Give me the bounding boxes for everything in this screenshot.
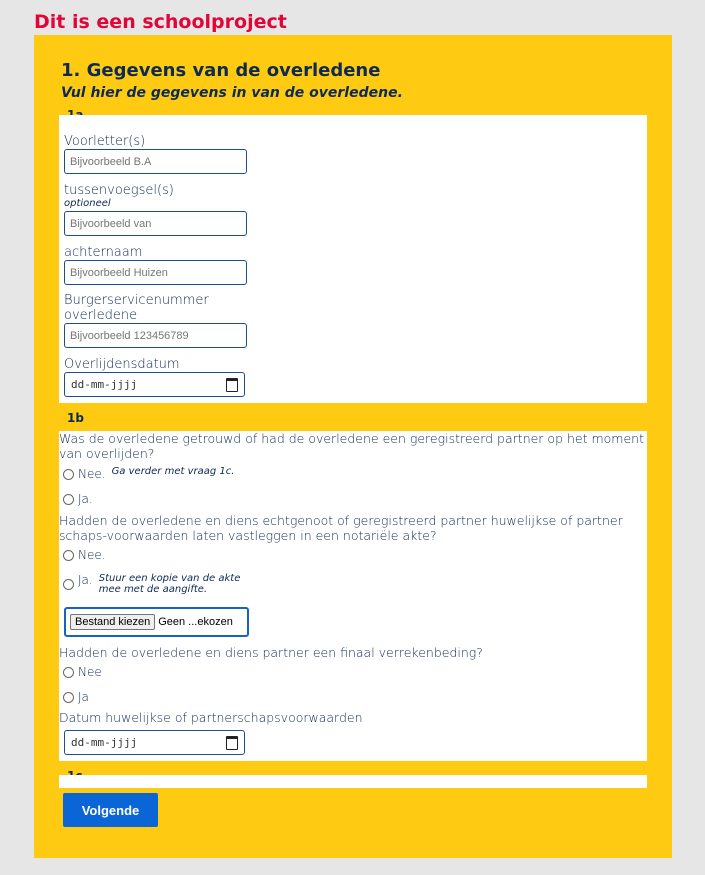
- agreement-date-input[interactable]: dd-mm-jjjj: [64, 730, 245, 755]
- death-date-value: dd-mm-jjjj: [71, 378, 138, 391]
- settlement-no-option[interactable]: Nee: [63, 665, 102, 679]
- initials-label: Voorletter(s): [64, 134, 146, 149]
- infix-input[interactable]: [64, 211, 247, 236]
- death-date-input[interactable]: dd-mm-jjjj: [64, 372, 245, 397]
- settlement-yes-option[interactable]: Ja: [63, 690, 89, 704]
- section-1a-box: Voorletter(s) tussenvoegsel(s) optioneel…: [59, 115, 647, 403]
- prenup-yes-hint-line1: Stuur een kopie van de akte: [98, 573, 241, 584]
- married-yes-label[interactable]: Ja.: [78, 492, 93, 506]
- calendar-icon[interactable]: [226, 377, 238, 392]
- settlement-yes-label[interactable]: Ja: [78, 690, 89, 704]
- form-panel: 1. Gegevens van de overledene Vul hier d…: [34, 35, 672, 858]
- bsn-input[interactable]: [64, 323, 247, 348]
- married-no-hint: Ga verder met vraag 1c.: [111, 466, 235, 477]
- question-settlement: Hadden de overledene en diens partner ee…: [59, 645, 483, 660]
- prenup-no-option[interactable]: Nee.: [63, 548, 106, 562]
- project-banner: Dit is een schoolproject: [34, 11, 287, 33]
- page-title: 1. Gegevens van de overledene: [61, 60, 381, 81]
- file-status: Geen ...ekozen: [158, 616, 233, 628]
- prenup-yes-hint-line2: mee met de aangifte.: [98, 584, 208, 595]
- married-yes-radio[interactable]: [63, 494, 74, 505]
- section-1c-box: [59, 775, 647, 788]
- married-yes-option[interactable]: Ja.: [63, 492, 93, 506]
- prenup-yes-hint: Stuur een kopie van de akte mee met de a…: [99, 573, 241, 595]
- bsn-label-line2: overledene: [64, 308, 138, 323]
- lastname-label: achternaam: [64, 245, 143, 260]
- prenup-yes-radio[interactable]: [63, 579, 74, 590]
- death-date-label: Overlijdensdatum: [64, 357, 180, 372]
- initials-input[interactable]: [64, 149, 247, 174]
- settlement-no-label[interactable]: Nee: [78, 665, 102, 679]
- married-no-radio[interactable]: [63, 469, 74, 480]
- married-no-option[interactable]: Nee. Ga verder met vraag 1c.: [63, 466, 235, 481]
- bsn-label-line1: Burgerservicenummer: [64, 293, 209, 308]
- question-married: Was de overledene getrouwd of had de ove…: [59, 431, 644, 461]
- prenup-yes-option[interactable]: Ja. Stuur een kopie van de akte mee met …: [63, 573, 240, 595]
- section-1b-box: Was de overledene getrouwd of had de ove…: [59, 431, 647, 761]
- prenup-yes-label[interactable]: Ja.: [78, 573, 93, 587]
- infix-hint: optioneel: [64, 198, 111, 209]
- next-button[interactable]: Volgende: [63, 793, 158, 827]
- choose-file-button[interactable]: Bestand kiezen: [70, 614, 156, 630]
- settlement-yes-radio[interactable]: [63, 692, 74, 703]
- agreement-date-value: dd-mm-jjjj: [71, 736, 138, 749]
- question-prenup: Hadden de overledene en diens echtgenoot…: [59, 513, 623, 543]
- file-upload[interactable]: Bestand kiezen Geen ...ekozen: [64, 607, 249, 637]
- prenup-no-label[interactable]: Nee.: [78, 548, 106, 562]
- lastname-input[interactable]: [64, 260, 247, 285]
- prenup-no-radio[interactable]: [63, 550, 74, 561]
- section-1b-label: 1b: [67, 411, 84, 425]
- calendar-icon[interactable]: [226, 735, 238, 750]
- agreement-date-label: Datum huwelijkse of partnerschapsvoorwaa…: [59, 710, 363, 725]
- married-no-label[interactable]: Nee.: [78, 467, 106, 481]
- infix-label: tussenvoegsel(s): [64, 183, 174, 198]
- settlement-no-radio[interactable]: [63, 667, 74, 678]
- page-subtitle: Vul hier de gegevens in van de overleden…: [61, 85, 403, 101]
